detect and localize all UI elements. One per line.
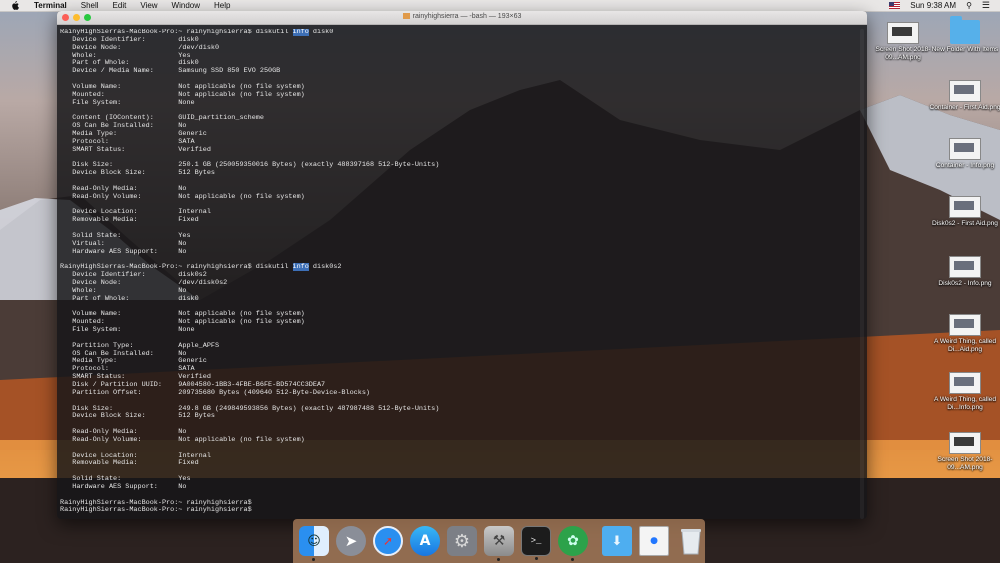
desktop-icon-label: Disk0s2 - Info.png bbox=[938, 280, 992, 287]
image-file-icon bbox=[949, 80, 981, 102]
desktop-file[interactable]: Screen Shot 2018-09...AM.png bbox=[928, 432, 1000, 472]
dock: ☺ ➤ ➚ A ⚙ ⚒ >_ ✿ ⬇ ● bbox=[293, 519, 705, 563]
menu-window[interactable]: Window bbox=[172, 1, 200, 10]
system-preferences-icon[interactable]: ⚙ bbox=[447, 526, 477, 556]
desktop-icon-label: A Weird Thing, called Di...Aid.png bbox=[933, 338, 997, 353]
terminal-line: Device Block Size: 512 Bytes bbox=[60, 412, 215, 421]
scrobbles-icon[interactable]: ✿ bbox=[558, 526, 588, 561]
image-file-icon bbox=[887, 22, 919, 44]
trash-icon[interactable] bbox=[676, 526, 706, 556]
terminal-line: Partition Offset: 209735680 Bytes (40964… bbox=[60, 388, 370, 397]
desktop-icon-label: Container - First Aid.png bbox=[929, 104, 1000, 111]
desktop-icon-label: Container - Info.png bbox=[935, 162, 995, 169]
terminal-line: File System: None bbox=[60, 98, 195, 107]
image-file-icon bbox=[949, 256, 981, 278]
desktop-folder[interactable]: New Folder With Items bbox=[928, 16, 1000, 54]
terminal-scrollbar[interactable] bbox=[860, 29, 864, 519]
terminal-line: Part of Whole: disk0 bbox=[60, 294, 199, 303]
terminal-line: Read-Only Volume: Not applicable (no fil… bbox=[60, 435, 305, 444]
image-file-icon bbox=[949, 196, 981, 218]
image-file-icon bbox=[949, 138, 981, 160]
desktop-file[interactable]: Container - First Aid.png bbox=[928, 80, 1000, 112]
finder-icon[interactable]: ☺ bbox=[299, 526, 329, 561]
desktop-icon-label: A Weird Thing, called Di...Info.png bbox=[933, 396, 997, 411]
window-title-wrap: rainyhighsierra — -bash — 193×63 bbox=[57, 13, 867, 20]
desktop-file[interactable]: Container - Info.png bbox=[928, 138, 1000, 170]
launchpad-icon[interactable]: ➤ bbox=[336, 526, 366, 556]
terminal-line: SMART Status: Verified bbox=[60, 145, 211, 154]
disk-utility-icon[interactable]: ⚒ bbox=[484, 526, 514, 561]
terminal-line: Hardware AES Support: No bbox=[60, 247, 187, 256]
desktop-file[interactable]: Disk0s2 - Info.png bbox=[928, 256, 1000, 288]
window-title: rainyhighsierra — -bash — 193×63 bbox=[412, 13, 522, 20]
preview-icon[interactable]: ● bbox=[639, 526, 669, 556]
clock[interactable]: Sun 9:38 AM bbox=[910, 1, 956, 10]
menu-edit[interactable]: Edit bbox=[113, 1, 127, 10]
menu-app-terminal[interactable]: Terminal bbox=[34, 1, 67, 10]
desktop-file[interactable]: A Weird Thing, called Di...Info.png bbox=[928, 372, 1000, 412]
terminal-line: RainyHighSierras-MacBook-Pro:~ rainyhigh… bbox=[60, 506, 252, 515]
terminal-output[interactable]: RainyHighSierras-MacBook-Pro:~ rainyhigh… bbox=[60, 29, 847, 515]
selected-text-highlight: info bbox=[292, 29, 309, 36]
window-titlebar[interactable]: rainyhighsierra — -bash — 193×63 bbox=[57, 11, 867, 25]
desktop-file[interactable]: A Weird Thing, called Di...Aid.png bbox=[928, 314, 1000, 354]
home-folder-icon bbox=[402, 13, 410, 19]
folder-icon bbox=[950, 16, 980, 44]
image-file-icon bbox=[949, 314, 981, 336]
desktop-icon-label: Screen Shot 2018-09...AM.png bbox=[937, 456, 993, 471]
terminal-line: File System: None bbox=[60, 326, 195, 335]
menu-help[interactable]: Help bbox=[214, 1, 230, 10]
image-file-icon bbox=[949, 432, 981, 454]
safari-icon[interactable]: ➚ bbox=[373, 526, 403, 556]
terminal-line: Device Block Size: 512 Bytes bbox=[60, 169, 215, 178]
menu-shell[interactable]: Shell bbox=[81, 1, 99, 10]
terminal-line: Removable Media: Fixed bbox=[60, 459, 199, 468]
notification-center-icon[interactable]: ☰ bbox=[982, 0, 990, 11]
image-file-icon bbox=[949, 372, 981, 394]
terminal-icon[interactable]: >_ bbox=[521, 526, 551, 560]
desktop-icon-label: New Folder With Items bbox=[931, 46, 999, 53]
terminal-line: Removable Media: Fixed bbox=[60, 216, 199, 225]
terminal-line: Read-Only Volume: Not applicable (no fil… bbox=[60, 192, 305, 201]
language-flag-icon[interactable] bbox=[889, 2, 901, 9]
desktop-file[interactable]: Disk0s2 - First Aid.png bbox=[928, 196, 1000, 228]
selected-text-highlight: info bbox=[292, 263, 309, 272]
downloads-folder-icon[interactable]: ⬇ bbox=[602, 526, 632, 556]
terminal-line: Hardware AES Support: No bbox=[60, 482, 187, 491]
apple-menu-icon[interactable] bbox=[10, 1, 20, 11]
desktop-icon-label: Disk0s2 - First Aid.png bbox=[932, 220, 998, 227]
app-store-icon[interactable]: A bbox=[410, 526, 440, 556]
terminal-window: rainyhighsierra — -bash — 193×63 RainyHi… bbox=[57, 11, 867, 519]
terminal-line: Device / Media Name: Samsung SSD 850 EVO… bbox=[60, 67, 281, 76]
menu-view[interactable]: View bbox=[140, 1, 157, 10]
spotlight-search-icon[interactable]: ⚲ bbox=[966, 1, 972, 10]
